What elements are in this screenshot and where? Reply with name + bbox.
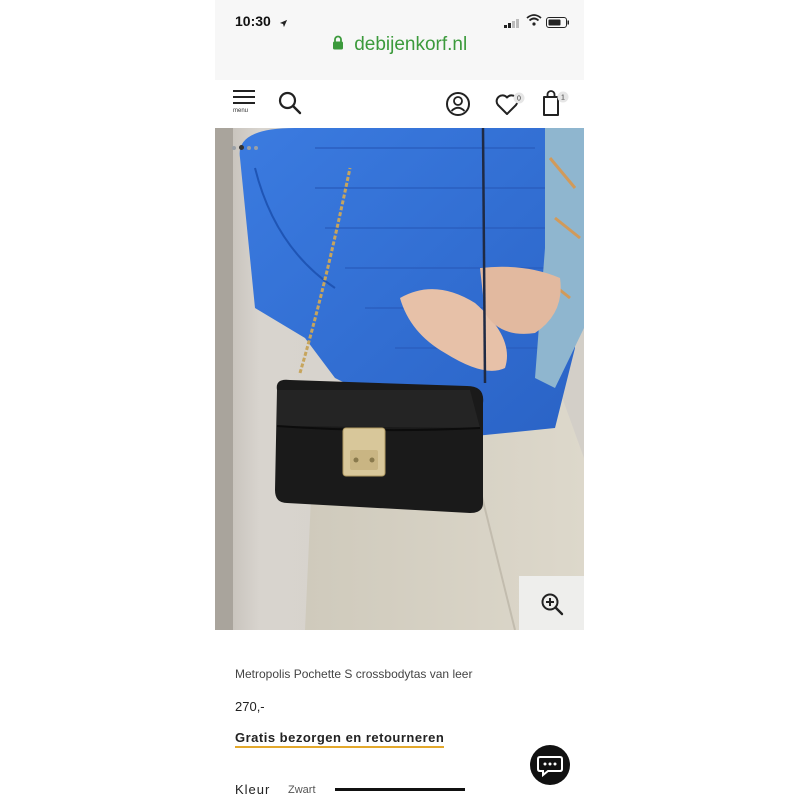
account-icon[interactable] <box>445 91 471 122</box>
menu-label: menu <box>233 108 249 114</box>
carousel-dot[interactable] <box>254 146 258 150</box>
location-arrow-icon <box>279 15 288 33</box>
product-image[interactable] <box>215 128 584 630</box>
signal-icon <box>504 15 520 33</box>
zoom-button[interactable] <box>519 576 584 630</box>
wishlist-button[interactable]: 0 <box>495 91 527 122</box>
chat-button[interactable] <box>530 745 570 785</box>
zoom-in-icon <box>541 593 564 616</box>
heart-icon: 0 <box>495 92 525 115</box>
carousel-dot[interactable] <box>247 146 251 150</box>
free-shipping-link[interactable]: Gratis bezorgen en retourneren <box>235 730 445 748</box>
phone-screen: 10:30 debijenkorf.nl menu 0 1 Metropolis… <box>215 0 584 800</box>
shopping-bag-icon: 1 <box>543 90 569 116</box>
status-bar: 10:30 debijenkorf.nl <box>215 0 584 80</box>
chat-icon <box>537 756 563 778</box>
carousel-dots[interactable] <box>232 137 261 155</box>
url-text: debijenkorf.nl <box>354 34 468 55</box>
status-time: 10:30 <box>235 13 271 29</box>
site-header: menu 0 1 <box>215 80 584 128</box>
wishlist-count: 0 <box>517 96 521 103</box>
bag-count: 1 <box>561 95 565 102</box>
carousel-dot[interactable] <box>232 146 236 150</box>
menu-button[interactable]: menu <box>233 90 259 120</box>
carousel-dot-active[interactable] <box>239 145 244 150</box>
address-bar[interactable]: debijenkorf.nl <box>215 34 584 56</box>
color-swatch-selected[interactable] <box>335 788 465 791</box>
menu-icon <box>233 90 259 104</box>
product-title: Metropolis Pochette S crossbodytas van l… <box>235 667 473 681</box>
lock-icon <box>332 35 344 55</box>
shopping-bag-button[interactable]: 1 <box>541 89 573 122</box>
search-icon[interactable] <box>277 90 303 121</box>
color-label: Kleur <box>235 782 271 797</box>
color-value: Zwart <box>288 784 316 796</box>
wifi-icon <box>526 13 542 31</box>
product-photo <box>215 128 584 630</box>
product-price: 270,- <box>235 699 265 714</box>
battery-icon <box>546 15 570 33</box>
